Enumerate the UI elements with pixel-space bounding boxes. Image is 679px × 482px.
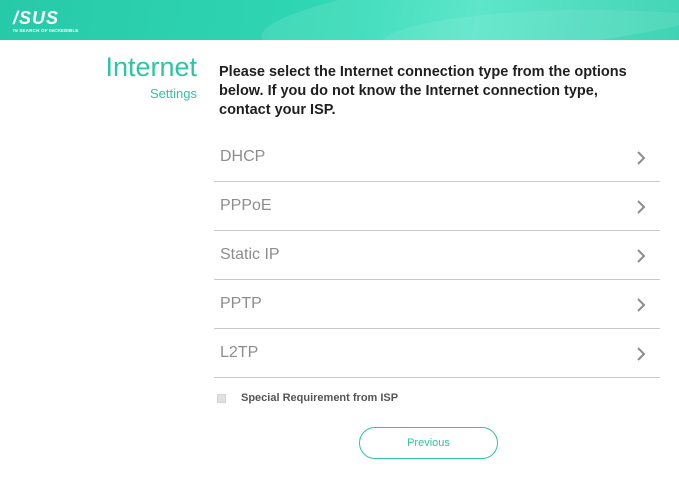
option-pptp[interactable]: PPTP <box>214 280 660 329</box>
page-subtitle: Settings <box>150 86 197 101</box>
chevron-right-icon <box>637 249 646 263</box>
asus-logo: /SUS IN SEARCH OF INCREDIBLE <box>13 8 78 35</box>
connection-type-list: DHCP PPPoE Static IP PPTP L2TP <box>214 133 660 378</box>
logo-wordmark: /SUS <box>13 8 60 28</box>
option-pppoe[interactable]: PPPoE <box>214 182 660 231</box>
top-header-bar: /SUS IN SEARCH OF INCREDIBLE <box>0 0 679 40</box>
special-requirement-checkbox[interactable] <box>217 393 226 403</box>
logo-tagline: IN SEARCH OF INCREDIBLE <box>13 28 79 33</box>
chevron-right-icon <box>637 151 646 165</box>
chevron-right-icon <box>637 298 646 312</box>
instruction-text: Please select the Internet connection ty… <box>219 64 627 118</box>
special-requirement-row: Special Requirement from ISP <box>217 391 398 405</box>
previous-button[interactable]: Previous <box>359 427 498 459</box>
special-requirement-label[interactable]: Special Requirement from ISP <box>241 392 398 404</box>
option-label: L2TP <box>220 344 259 361</box>
chevron-right-icon <box>637 347 646 361</box>
page-title: Internet <box>105 52 197 82</box>
option-dhcp[interactable]: DHCP <box>214 133 660 182</box>
option-label: DHCP <box>220 148 266 165</box>
option-label: PPTP <box>220 295 262 312</box>
option-label: Static IP <box>220 246 280 263</box>
option-label: PPPoE <box>220 197 272 214</box>
option-static-ip[interactable]: Static IP <box>214 231 660 280</box>
chevron-right-icon <box>637 200 646 214</box>
option-l2tp[interactable]: L2TP <box>214 329 660 378</box>
